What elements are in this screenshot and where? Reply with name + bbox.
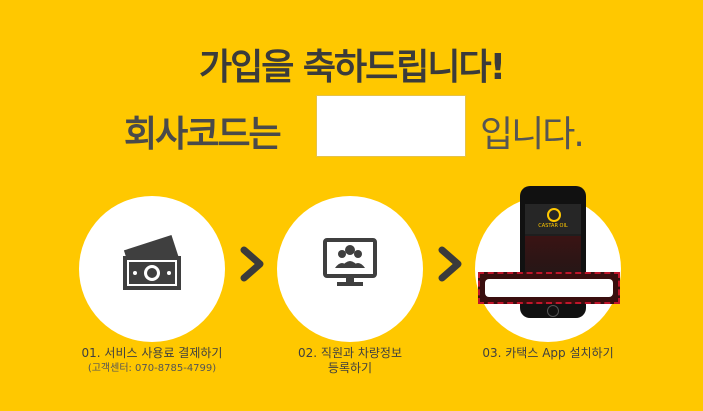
- page-title: 가입을 축하드립니다!: [198, 47, 506, 88]
- chevron-right-icon: [438, 246, 462, 282]
- company-code-box: [316, 95, 466, 157]
- step-2-circle: [277, 196, 423, 342]
- company-code-label: 회사코드는: [124, 114, 282, 155]
- step-1-caption: 01. 서비스 사용료 결제하기 (고객센터: 070-8785-4799): [52, 346, 252, 376]
- step-3-label: 03. 카택스 App 설치하기: [482, 346, 614, 360]
- app-logo-icon: [547, 208, 561, 222]
- step-2-label-line2: 등록하기: [327, 361, 373, 375]
- home-button-icon: [547, 305, 559, 317]
- app-download-field[interactable]: [485, 279, 613, 297]
- step-2-caption: 02. 직원과 차량정보 등록하기: [250, 346, 450, 376]
- step-1-sublabel: (고객센터: 070-8785-4799): [87, 363, 217, 374]
- app-download-box[interactable]: [478, 272, 620, 304]
- app-header: CASTAR OIL: [525, 204, 581, 234]
- chevron-right-icon: [240, 246, 264, 282]
- money-icon: [123, 234, 181, 290]
- company-code-row: 회사코드는 입니다.: [0, 95, 703, 159]
- meeting-monitor-icon: [323, 238, 377, 286]
- step-1-circle: [79, 196, 225, 342]
- company-code-suffix: 입니다.: [480, 114, 585, 155]
- app-name: CASTAR OIL: [538, 223, 568, 229]
- step-1-label: 01. 서비스 사용료 결제하기: [81, 346, 223, 360]
- step-3-caption: 03. 카택스 App 설치하기: [448, 346, 648, 361]
- step-2-label-line1: 02. 직원과 차량정보: [298, 346, 402, 360]
